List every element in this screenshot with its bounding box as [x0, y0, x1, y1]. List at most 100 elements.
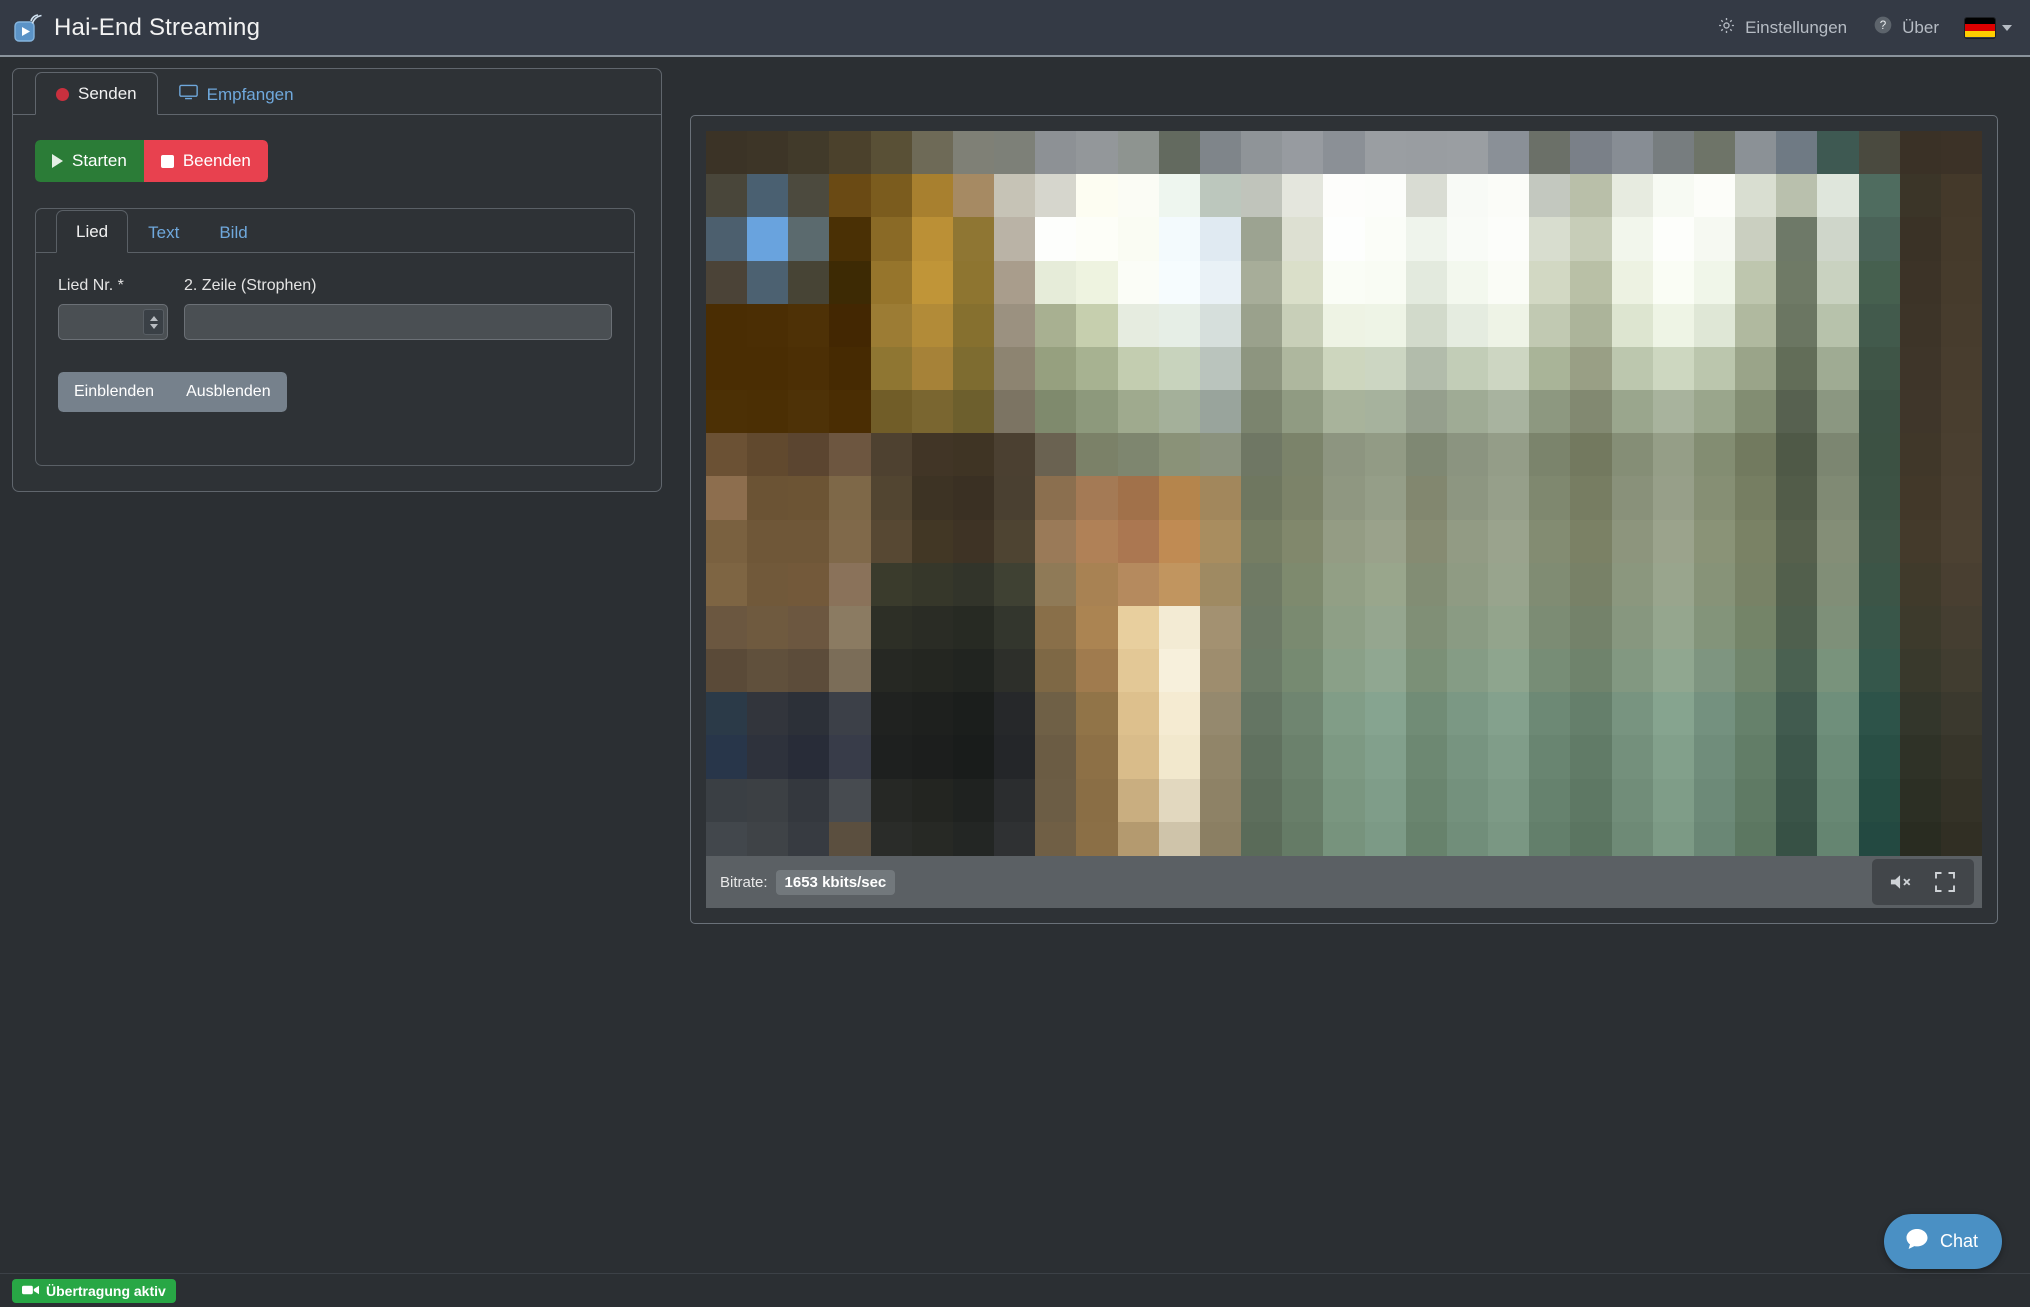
- video-pixel-block: [1446, 476, 1489, 520]
- video-pixel-block: [1940, 605, 1982, 649]
- video-pixel-block: [1858, 692, 1900, 736]
- video-pixel-block: [1735, 131, 1777, 175]
- video-pixel-block: [1570, 174, 1612, 218]
- chat-launcher-button[interactable]: Chat: [1883, 1214, 2002, 1269]
- settings-button[interactable]: Einstellungen: [1717, 16, 1847, 40]
- video-pixel-block: [1940, 692, 1982, 736]
- video-pixel-block: [994, 778, 1036, 822]
- video-pixel-block: [1899, 649, 1941, 693]
- video-pixel-block: [1488, 390, 1530, 434]
- video-pixel-block: [747, 519, 789, 563]
- tab-lied[interactable]: Lied: [56, 210, 129, 253]
- about-button[interactable]: ? Über: [1873, 15, 1939, 40]
- video-pixel-block: [1817, 692, 1859, 736]
- video-pixel-block: [1364, 605, 1406, 649]
- video-pixel-block: [1858, 260, 1900, 304]
- video-pixel-block: [1364, 778, 1406, 822]
- tab-empfangen[interactable]: Empfangen: [158, 72, 315, 115]
- video-pixel-block: [1035, 390, 1077, 434]
- video-pixel-block: [1323, 778, 1365, 822]
- stop-button[interactable]: Beenden: [143, 140, 268, 182]
- video-pixel-block: [1446, 390, 1489, 434]
- video-player[interactable]: Bitrate: 1653 kbits/sec: [706, 131, 1982, 908]
- video-pixel-block: [1570, 692, 1612, 736]
- video-pixel-block: [1693, 692, 1736, 736]
- video-pixel-block: [788, 476, 830, 520]
- fullscreen-icon[interactable]: [1926, 866, 1964, 898]
- video-pixel-block: [1611, 692, 1653, 736]
- fade-in-button[interactable]: Einblenden: [58, 372, 171, 412]
- video-pixel-block: [747, 346, 789, 390]
- video-pixel-block: [1323, 217, 1365, 261]
- video-pixel-block: [1323, 390, 1365, 434]
- video-pixel-block: [1241, 390, 1283, 434]
- video-pixel-block: [1735, 260, 1777, 304]
- video-pixel-block: [1488, 303, 1530, 347]
- video-pixel-block: [1035, 303, 1077, 347]
- video-pixel-block: [1488, 476, 1530, 520]
- video-pixel-block: [1076, 346, 1118, 390]
- chevron-down-icon[interactable]: [149, 323, 158, 329]
- video-pixel-block: [1776, 174, 1818, 218]
- video-pixel-block: [1446, 346, 1489, 390]
- video-pixel-block: [1776, 735, 1818, 779]
- video-pixel-block: [1940, 390, 1982, 434]
- video-pixel-block: [1282, 476, 1324, 520]
- start-button[interactable]: Starten: [35, 140, 144, 182]
- video-pixel-block: [1241, 346, 1283, 390]
- video-pixel-block: [1693, 174, 1736, 218]
- tab-senden[interactable]: Senden: [35, 72, 158, 115]
- video-pixel-block: [706, 519, 748, 563]
- field-row: Lied Nr. * 2. Zeile (Strophen): [58, 277, 612, 340]
- video-pixel-block: [1652, 519, 1694, 563]
- video-pixel-block: [1940, 562, 1982, 606]
- second-line-label: 2. Zeile (Strophen): [184, 277, 317, 294]
- video-pixel-block: [952, 692, 995, 736]
- tab-bild[interactable]: Bild: [199, 211, 267, 253]
- language-selector[interactable]: [1965, 17, 2012, 38]
- chevron-up-icon[interactable]: [149, 315, 158, 321]
- video-pixel-block: [1076, 260, 1118, 304]
- video-pixel-block: [1035, 131, 1077, 175]
- video-pixel-block: [1570, 605, 1612, 649]
- fade-out-button[interactable]: Ausblenden: [170, 372, 287, 412]
- video-pixel-block: [1405, 217, 1447, 261]
- video-pixel-block: [1652, 174, 1694, 218]
- video-pixel-block: [1364, 131, 1406, 175]
- video-pixel-block: [870, 562, 912, 606]
- video-pixel-block: [994, 476, 1036, 520]
- video-pixel-block: [1899, 519, 1941, 563]
- video-pixel-block: [1488, 174, 1530, 218]
- video-pixel-block: [1323, 346, 1365, 390]
- video-pixel-block: [1199, 433, 1242, 477]
- video-pixel-block: [1899, 605, 1941, 649]
- video-pixel-block: [1652, 303, 1694, 347]
- video-pixel-block: [829, 649, 871, 693]
- video-pixel-block: [994, 131, 1036, 175]
- second-line-input[interactable]: [184, 304, 612, 340]
- video-pixel-block: [1117, 692, 1159, 736]
- video-pixel-block: [1405, 605, 1447, 649]
- video-pixel-block: [1652, 217, 1694, 261]
- stepper-buttons[interactable]: [143, 309, 164, 335]
- video-pixel-block: [1323, 433, 1365, 477]
- video-pixel-block: [1035, 346, 1077, 390]
- stop-label: Beenden: [182, 151, 251, 170]
- tab-text[interactable]: Text: [128, 211, 199, 253]
- video-pixel-block: [706, 303, 748, 347]
- video-pixel-block: [1158, 260, 1200, 304]
- video-pixel-block: [1735, 692, 1777, 736]
- transport-controls: Starten Beenden: [35, 140, 268, 182]
- video-pixel-block: [1817, 476, 1859, 520]
- song-number-stepper[interactable]: [58, 304, 168, 340]
- video-pixel-block: [1611, 562, 1653, 606]
- video-pixel-block: [1241, 303, 1283, 347]
- video-pixel-block: [1323, 174, 1365, 218]
- video-pixel-block: [1899, 562, 1941, 606]
- lied-form: Lied Nr. * 2. Zeile (Strophen) Einblende…: [36, 253, 634, 412]
- video-pixel-block: [1899, 735, 1941, 779]
- video-pixel-block: [1611, 519, 1653, 563]
- speaker-muted-icon[interactable]: [1882, 866, 1920, 898]
- video-pixel-block: [1611, 433, 1653, 477]
- video-pixel-block: [1940, 217, 1982, 261]
